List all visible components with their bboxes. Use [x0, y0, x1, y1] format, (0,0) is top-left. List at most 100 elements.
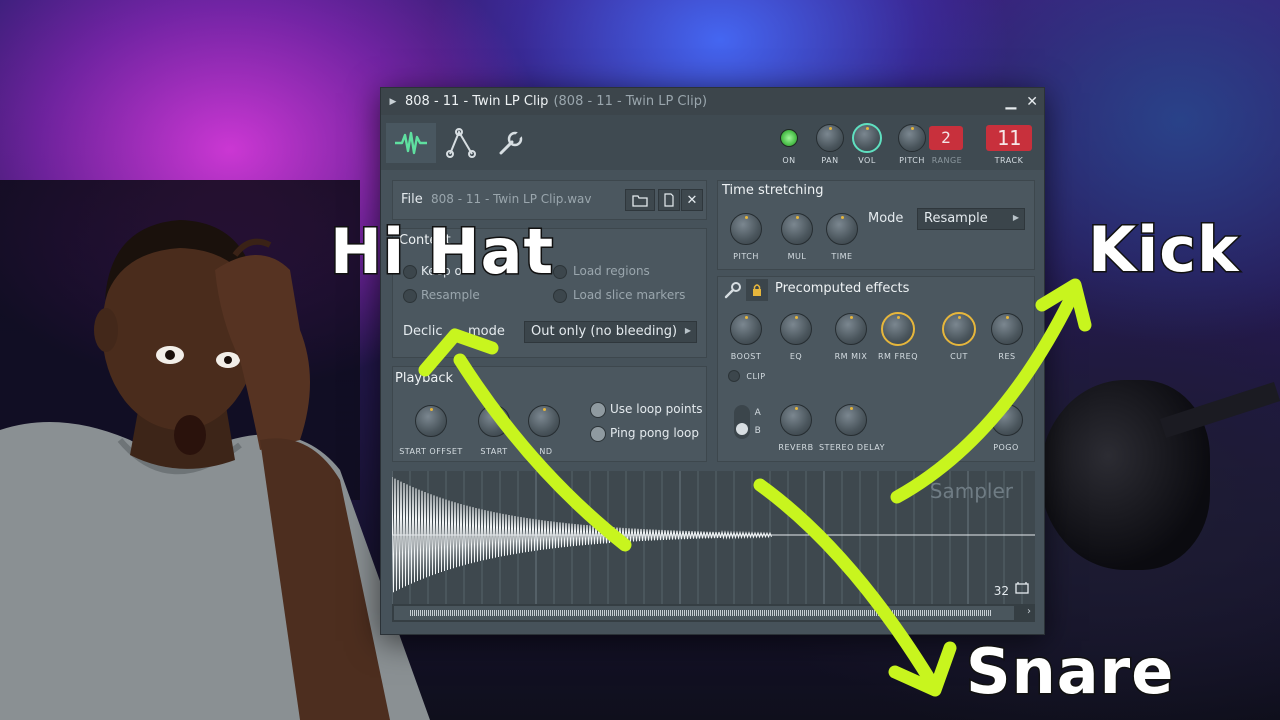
rm-mix-label: RM MIX [834, 352, 868, 361]
res-label: RES [998, 352, 1016, 361]
annotation-kick: Kick [1086, 212, 1240, 288]
rm-freq-knob[interactable] [881, 312, 915, 346]
ping-pong-loop-label: Ping pong loop [610, 426, 699, 440]
end-label: ND [539, 447, 553, 456]
pan-label: PAN [821, 156, 839, 165]
vol-knob[interactable] [852, 123, 882, 153]
track-label: TRACK [994, 156, 1024, 165]
ts-pitch-label: PITCH [733, 252, 759, 261]
ts-mode-label: Mode [868, 211, 904, 226]
clip-label: CLIP [746, 372, 766, 381]
precomputed-title: Precomputed effects [775, 281, 910, 296]
start-offset-label: START OFFSET [399, 447, 463, 456]
waveform-scrollbar[interactable]: › [392, 604, 1035, 622]
boost-label: BOOST [730, 352, 762, 361]
declick-mode-select[interactable]: Out only (no bleeding) ▶ [524, 321, 697, 343]
lock-icon [753, 284, 761, 296]
channel-toolbar: ON PAN VOL PITCH 2 RANGE 11 TRACK [381, 115, 1044, 170]
sampler-window: ▶ 808 - 11 - Twin LP Clip (808 - 11 - Tw… [380, 87, 1045, 635]
load-slice-markers-label: Load slice markers [573, 288, 686, 302]
envelope-tab-icon [446, 128, 476, 158]
vol-label: VOL [858, 156, 876, 165]
ts-mul-knob[interactable] [781, 213, 813, 245]
window-titlebar[interactable]: ▶ 808 - 11 - Twin LP Clip (808 - 11 - Tw… [381, 88, 1044, 115]
tab-envelope[interactable] [436, 123, 486, 163]
ts-mul-label: MUL [787, 252, 807, 261]
load-regions-radio[interactable] [553, 265, 567, 279]
start-knob[interactable] [478, 405, 510, 437]
declick-label: Declic [403, 324, 443, 339]
window-title: 808 - 11 - Twin LP Clip [405, 94, 549, 109]
rm-freq-label: RM FREQ [877, 352, 918, 361]
ab-switch[interactable] [734, 405, 750, 439]
tab-sample[interactable] [386, 123, 436, 163]
precomputed-effects-panel: Precomputed effects BOOST EQ RM MIX RM F… [717, 276, 1035, 462]
channel-on-led[interactable] [780, 129, 798, 147]
range-label: RANGE [931, 156, 963, 165]
file-options-button[interactable] [658, 189, 680, 211]
clip-toggle[interactable] [728, 370, 740, 382]
precomputed-lock-button[interactable] [746, 279, 768, 301]
minimize-icon[interactable]: ▁ [1005, 94, 1016, 110]
pan-knob[interactable] [816, 124, 844, 152]
start-label: START [480, 447, 508, 456]
ab-b-label: B [754, 426, 762, 436]
stereo-delay-label: STEREO DELAY [818, 443, 886, 452]
resample-radio[interactable] [403, 289, 417, 303]
file-name: 808 - 11 - Twin LP Clip.wav [431, 192, 592, 206]
presenter-person [0, 220, 430, 720]
pogo-knob[interactable] [991, 404, 1023, 436]
annotation-hi-hat: Hi Hat [328, 214, 555, 290]
window-menu-arrow-icon[interactable]: ▶ [381, 97, 405, 107]
time-stretching-title: Time stretching [722, 183, 824, 198]
wrench-tab-icon [499, 131, 523, 155]
chevron-right-icon: ▶ [1012, 213, 1019, 222]
ts-mode-value: Resample [924, 211, 988, 226]
declick-mode-value: Out only (no bleeding) [531, 324, 678, 339]
ts-pitch-knob[interactable] [730, 213, 762, 245]
waveform-tab-icon [395, 131, 427, 155]
end-knob[interactable] [528, 405, 560, 437]
ts-time-label: TIME [831, 252, 853, 261]
file-options-icon [664, 193, 674, 207]
boost-knob[interactable] [730, 313, 762, 345]
close-icon: ✕ [686, 192, 698, 208]
playback-panel: Playback START OFFSET START ND Use loop … [392, 366, 707, 462]
pitch-knob[interactable] [898, 124, 926, 152]
pitch-range-display[interactable]: 2 [929, 126, 963, 150]
track-display[interactable]: 11 [986, 125, 1032, 151]
eq-knob[interactable] [780, 313, 812, 345]
sampler-watermark: Sampler [929, 479, 1013, 503]
cut-knob[interactable] [942, 312, 976, 346]
reverb-knob[interactable] [780, 404, 812, 436]
scroll-right-icon[interactable]: › [1027, 606, 1031, 617]
pogo-label: POGO [993, 443, 1019, 452]
ts-time-knob[interactable] [826, 213, 858, 245]
file-panel: File 808 - 11 - Twin LP Clip.wav ✕ [392, 180, 707, 220]
rm-mix-knob[interactable] [835, 313, 867, 345]
use-loop-points-toggle[interactable] [590, 402, 606, 418]
microphone-stand [1040, 380, 1210, 570]
ab-a-label: A [754, 408, 762, 418]
eq-label: EQ [789, 352, 803, 361]
precomputed-wrench-icon[interactable] [724, 281, 742, 303]
close-icon[interactable]: ✕ [1026, 94, 1038, 110]
start-offset-knob[interactable] [415, 405, 447, 437]
ts-mode-select[interactable]: Resample ▶ [917, 208, 1025, 230]
zoom-value: 32 [993, 584, 1009, 598]
res-knob[interactable] [991, 313, 1023, 345]
open-folder-button[interactable] [625, 189, 655, 211]
waveform-display[interactable]: Sampler 32 [391, 471, 1035, 604]
ab-switch-handle[interactable] [736, 423, 748, 435]
file-label: File [401, 192, 423, 207]
tab-misc[interactable] [486, 123, 536, 163]
zoom-icon[interactable] [1015, 579, 1029, 598]
stereo-delay-knob[interactable] [835, 404, 867, 436]
time-stretching-panel: Time stretching PITCH MUL TIME Mode Resa… [717, 180, 1035, 270]
playback-title: Playback [395, 371, 454, 386]
clear-file-button[interactable]: ✕ [681, 189, 703, 211]
load-slice-markers-radio[interactable] [553, 289, 567, 303]
resample-label: Resample [421, 288, 480, 302]
ping-pong-loop-toggle[interactable] [590, 426, 606, 442]
annotation-snare: Snare [964, 634, 1175, 710]
